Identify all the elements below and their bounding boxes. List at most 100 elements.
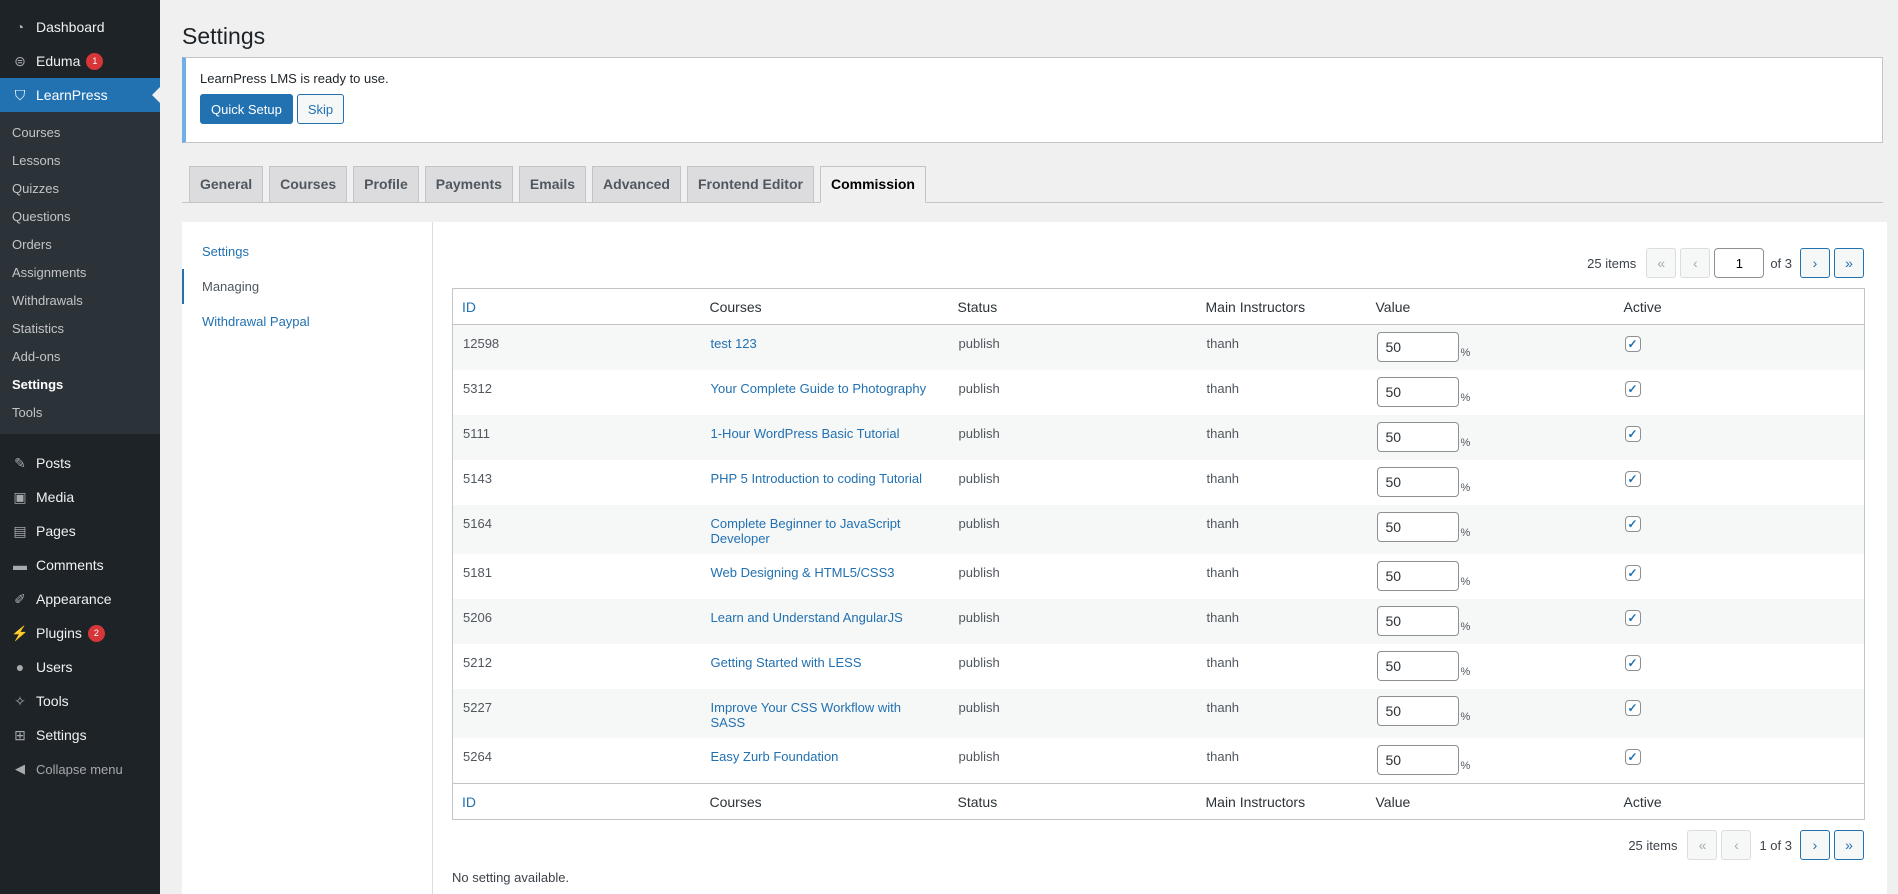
table-row: 5143 PHP 5 Introduction to coding Tutoria… <box>453 460 1865 505</box>
tab-emails[interactable]: Emails <box>518 166 587 202</box>
commission-value-input[interactable] <box>1376 377 1459 407</box>
active-checkbox[interactable]: ✓ <box>1624 426 1641 442</box>
prev-page-button: ‹ <box>1721 830 1752 860</box>
course-link[interactable]: Easy Zurb Foundation <box>701 738 949 784</box>
menu-pages[interactable]: ▤ Pages <box>0 514 160 548</box>
menu-posts[interactable]: ✎ Posts <box>0 446 160 480</box>
menu-dashboard[interactable]: ◔ Dashboard <box>0 10 160 44</box>
active-checkbox[interactable]: ✓ <box>1624 610 1641 626</box>
course-link[interactable]: Improve Your CSS Workflow with SASS <box>701 689 949 738</box>
main-content: Settings LearnPress LMS is ready to use.… <box>160 0 1898 894</box>
menu-tools[interactable]: ✧ Tools <box>0 684 160 718</box>
tab-profile[interactable]: Profile <box>353 166 419 202</box>
course-link[interactable]: Complete Beginner to JavaScript Develope… <box>701 505 949 554</box>
tab-courses[interactable]: Courses <box>269 166 348 202</box>
current-page-input[interactable] <box>1714 248 1765 278</box>
subnav-withdrawal-paypal[interactable]: Withdrawal Paypal <box>182 304 432 339</box>
cell-status: publish <box>958 610 1000 625</box>
percent-unit: % <box>1460 347 1471 359</box>
submenu-withdrawals[interactable]: Withdrawals <box>0 287 160 315</box>
cell-id: 5312 <box>463 381 492 396</box>
notice-actions: Quick Setup Skip <box>200 94 1868 124</box>
active-checkbox[interactable]: ✓ <box>1624 381 1641 397</box>
cell-active: ✓ <box>1615 460 1865 505</box>
commission-value-input[interactable] <box>1376 696 1459 726</box>
submenu-quizzes[interactable]: Quizzes <box>0 175 160 203</box>
collapse-menu-button[interactable]: ◀ Collapse menu <box>0 752 160 786</box>
cell-status: publish <box>958 565 1000 580</box>
commission-value-input[interactable] <box>1376 422 1459 452</box>
collapse-icon: ◀ <box>15 761 25 776</box>
submenu-statistics[interactable]: Statistics <box>0 315 160 343</box>
course-link[interactable]: test 123 <box>701 325 949 371</box>
submenu-questions[interactable]: Questions <box>0 203 160 231</box>
subnav-managing[interactable]: Managing <box>182 269 432 304</box>
submenu-lessons[interactable]: Lessons <box>0 147 160 175</box>
menu-learnpress[interactable]: ⛉ LearnPress <box>0 78 160 112</box>
quick-setup-button[interactable]: Quick Setup <box>200 94 293 124</box>
page-total: of 3 <box>1770 255 1792 271</box>
menu-plugins[interactable]: ⚡ Plugins 2 <box>0 616 160 650</box>
sidebar-top-group: ◔ Dashboard ⊜ Eduma 1 ⛉ LearnPress <box>0 0 160 112</box>
cell-id: 5181 <box>463 565 492 580</box>
skip-button[interactable]: Skip <box>296 94 345 124</box>
commission-value-input[interactable] <box>1376 606 1459 636</box>
commission-value-input[interactable] <box>1376 745 1459 775</box>
next-page-button[interactable]: › <box>1800 248 1830 278</box>
submenu-courses[interactable]: Courses <box>0 119 160 147</box>
column-footer-id[interactable]: ID <box>453 784 701 820</box>
menu-eduma[interactable]: ⊜ Eduma 1 <box>0 44 160 78</box>
commission-value-input[interactable] <box>1376 512 1459 542</box>
tab-commission[interactable]: Commission <box>819 166 926 203</box>
submenu-orders[interactable]: Orders <box>0 231 160 259</box>
commission-value-input[interactable] <box>1376 561 1459 591</box>
active-checkbox[interactable]: ✓ <box>1624 336 1641 352</box>
active-checkbox[interactable]: ✓ <box>1624 565 1641 581</box>
commission-value-input[interactable] <box>1376 467 1459 497</box>
menu-users[interactable]: ● Users <box>0 650 160 684</box>
submenu-assignments[interactable]: Assignments <box>0 259 160 287</box>
menu-settings[interactable]: ⊞ Settings <box>0 718 160 752</box>
active-checkbox[interactable]: ✓ <box>1624 749 1641 765</box>
menu-label: Comments <box>36 557 104 573</box>
active-checkbox[interactable]: ✓ <box>1624 655 1641 671</box>
cell-value: % <box>1367 554 1615 599</box>
menu-appearance[interactable]: ✐ Appearance <box>0 582 160 616</box>
submenu-tools[interactable]: Tools <box>0 399 160 427</box>
cell-active: ✓ <box>1615 689 1865 738</box>
next-page-button[interactable]: › <box>1800 830 1830 860</box>
course-link[interactable]: Getting Started with LESS <box>701 644 949 689</box>
checkmark-icon: ✓ <box>1627 337 1638 351</box>
menu-media[interactable]: ▣ Media <box>0 480 160 514</box>
active-checkbox[interactable]: ✓ <box>1624 700 1641 716</box>
menu-separator <box>0 434 160 446</box>
subnav-settings[interactable]: Settings <box>182 234 432 269</box>
value-wrap: % <box>1376 512 1605 542</box>
course-link[interactable]: Your Complete Guide to Photography <box>701 370 949 415</box>
active-checkbox[interactable]: ✓ <box>1624 516 1641 532</box>
column-header-id[interactable]: ID <box>453 289 701 325</box>
last-page-button[interactable]: » <box>1834 248 1864 278</box>
tab-advanced[interactable]: Advanced <box>592 166 681 202</box>
column-footer-courses: Courses <box>709 793 762 810</box>
cell-status: publish <box>958 471 1000 486</box>
submenu-settings[interactable]: Settings <box>0 371 160 399</box>
cell-id: 5206 <box>463 610 492 625</box>
value-wrap: % <box>1376 332 1605 362</box>
tab-frontend-editor[interactable]: Frontend Editor <box>686 166 814 202</box>
tab-general[interactable]: General <box>189 166 264 202</box>
last-page-button[interactable]: » <box>1834 830 1864 860</box>
submenu-add-ons[interactable]: Add-ons <box>0 343 160 371</box>
course-link[interactable]: PHP 5 Introduction to coding Tutorial <box>701 460 949 505</box>
table-row: 5227 Improve Your CSS Workflow with SASS p… <box>452 689 1865 738</box>
course-link[interactable]: Web Designing & HTML5/CSS3 <box>701 554 949 599</box>
checkmark-icon: ✓ <box>1627 566 1638 580</box>
active-checkbox[interactable]: ✓ <box>1624 471 1641 487</box>
course-link[interactable]: 1-Hour WordPress Basic Tutorial <box>701 415 949 460</box>
menu-comments[interactable]: ▬ Comments <box>0 548 160 582</box>
commission-value-input[interactable] <box>1376 651 1459 681</box>
tab-payments[interactable]: Payments <box>424 166 513 202</box>
course-link[interactable]: Learn and Understand AngularJS <box>701 599 949 644</box>
commission-value-input[interactable] <box>1376 332 1459 362</box>
percent-unit: % <box>1460 392 1471 404</box>
